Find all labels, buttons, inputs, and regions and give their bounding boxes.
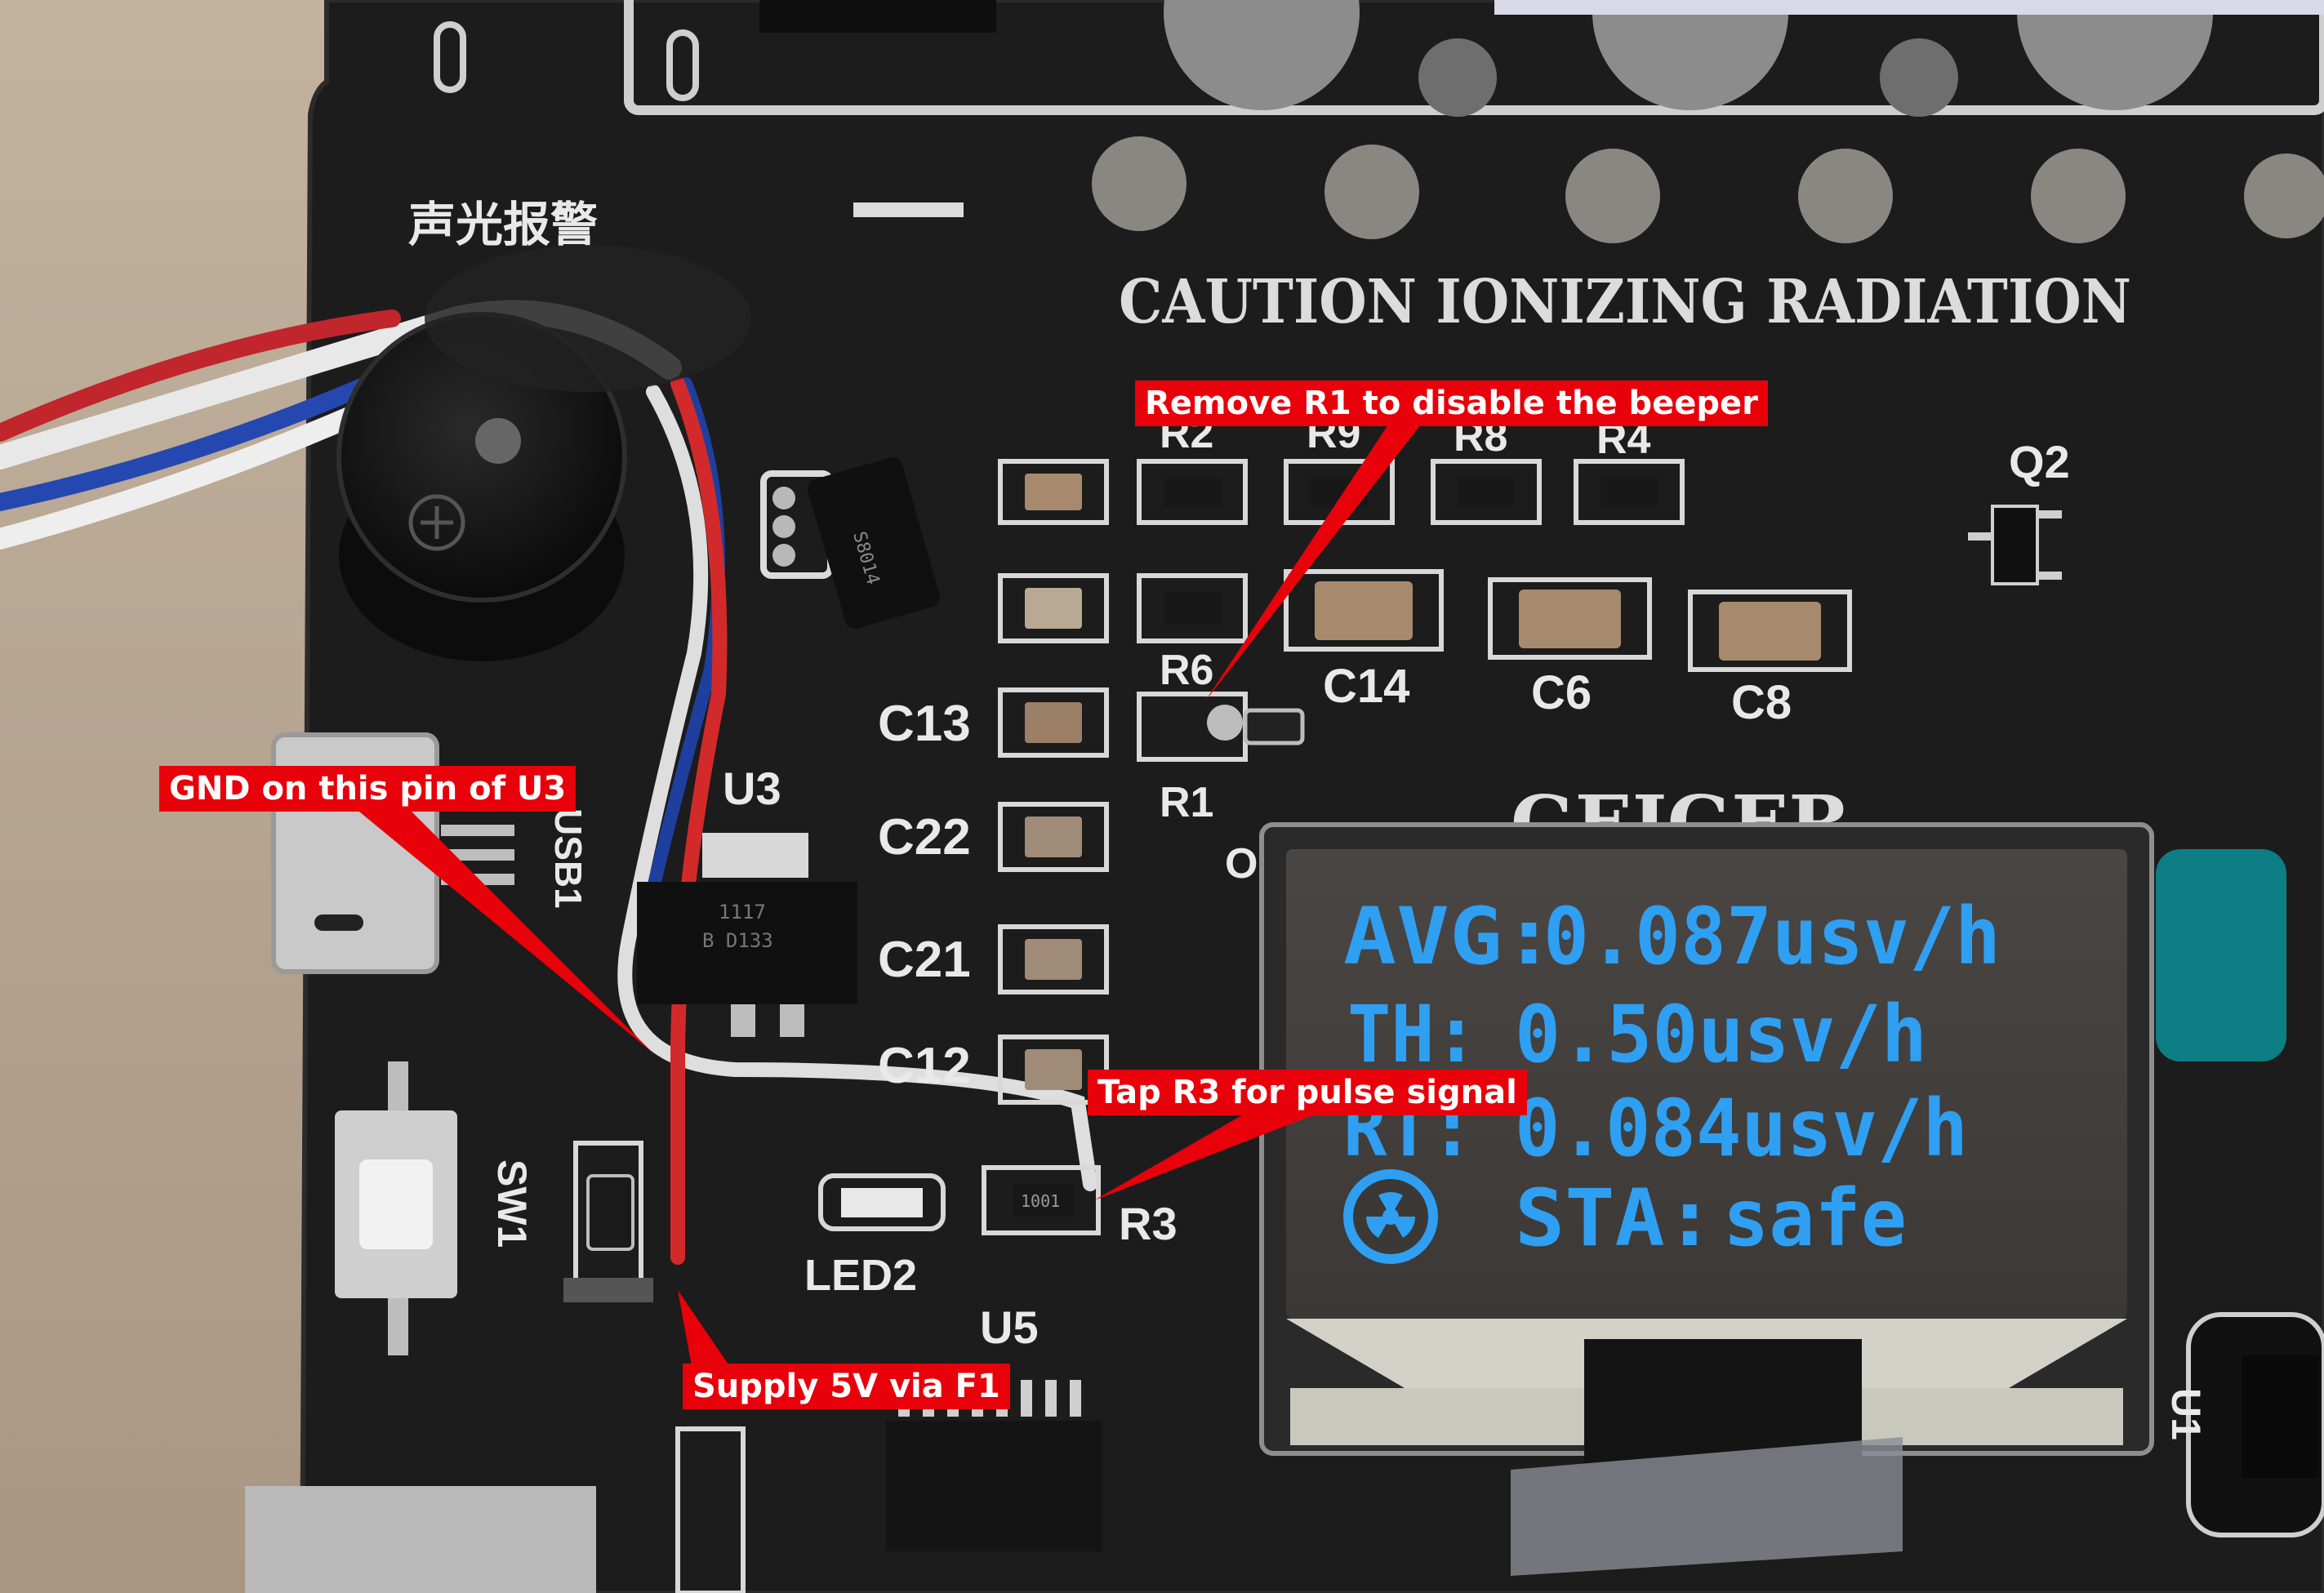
r3-marking: 1001 [1021, 1191, 1060, 1211]
u3-marking-1: 1117 [719, 901, 766, 923]
label-r3: R3 [1119, 1198, 1178, 1249]
oled-avg-label: AVG: [1343, 891, 1556, 982]
chinese-label: 声光报警 [408, 198, 598, 251]
label-c6: C6 [1531, 666, 1592, 719]
label-r6: R6 [1160, 647, 1213, 694]
label-c14: C14 [1323, 660, 1409, 713]
callout-remove-r1: Remove R1 to disable the beeper [1135, 380, 1768, 426]
u3-marking-2: B D133 [702, 929, 773, 952]
label-r1: R1 [1160, 779, 1213, 826]
label-led2: LED2 [804, 1251, 917, 1300]
label-usb1: USB1 [547, 808, 590, 909]
label-c13: C13 [878, 696, 971, 752]
callout-gnd-u3: GND on this pin of U3 [159, 766, 577, 812]
oled-avg-value: 0.087usv/h [1543, 891, 2001, 982]
label-c12: C12 [878, 1038, 971, 1094]
label-c8: C8 [1731, 676, 1792, 729]
callout-tap-r3: Tap R3 for pulse signal [1088, 1070, 1527, 1115]
label-c22: C22 [878, 809, 971, 865]
label-sw1: SW1 [489, 1159, 535, 1248]
label-u1: U1 [2163, 1388, 2209, 1440]
caution-text: CAUTION IONIZING RADIATION [1119, 267, 2131, 337]
oled-rt-value: 0.084usv/h [1515, 1083, 1968, 1174]
radiation-icon [1343, 1169, 1438, 1264]
label-u3: U3 [723, 763, 781, 814]
oled-sta-label: STA: [1515, 1173, 1715, 1264]
oled-th-label: TH: [1347, 989, 1478, 1080]
label-q2: Q2 [2009, 436, 2070, 487]
oled-sta-value: safe [1723, 1173, 1907, 1264]
callout-supply-5v: Supply 5V via F1 [683, 1364, 1010, 1409]
label-u5: U5 [980, 1302, 1039, 1353]
oled-th-value: 0.50usv/h [1515, 989, 1927, 1080]
label-c21: C21 [878, 932, 971, 988]
